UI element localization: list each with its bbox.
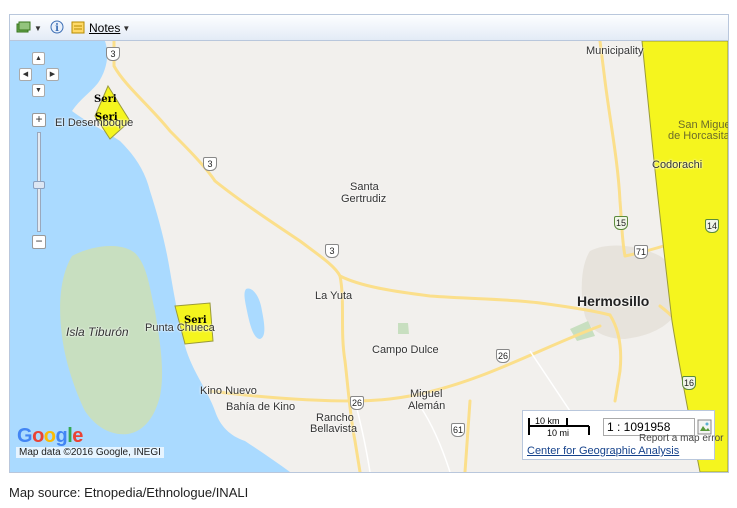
highway-shield: 15 bbox=[614, 216, 628, 230]
highway-shield: 3 bbox=[325, 244, 339, 258]
scale-km-label: 10 km bbox=[535, 416, 560, 426]
highway-shield: 14 bbox=[705, 219, 719, 233]
map-canvas[interactable]: El Desemboque Santa Gertrudiz La Yuta Is… bbox=[10, 41, 728, 472]
label-municipality: Municipality bbox=[586, 45, 644, 57]
label-de-horcasitas: de Horcasitas bbox=[668, 130, 728, 142]
label-bahia-de-kino: Bahía de Kino bbox=[226, 401, 296, 413]
zoom-slider-thumb[interactable] bbox=[33, 181, 45, 189]
map-toolbar: ▼ i Notes ▼ bbox=[10, 15, 728, 41]
highway-shield: 16 bbox=[682, 376, 696, 390]
label-isla-tiburon: Isla Tiburón bbox=[66, 325, 129, 339]
layers-button[interactable]: ▼ bbox=[16, 19, 42, 37]
label-kino-nuevo: Kino Nuevo bbox=[200, 385, 257, 397]
map-attribution: Map data ©2016 Google, INEGI bbox=[16, 447, 164, 458]
notes-menu-button[interactable]: Notes ▼ bbox=[71, 19, 130, 37]
map-widget: ▼ i Notes ▼ El Desemboque Santa Gertrudi… bbox=[9, 14, 729, 473]
map-basemap bbox=[10, 41, 728, 472]
label-gertrudiz: Gertrudiz bbox=[341, 193, 387, 205]
highway-shield: 71 bbox=[634, 245, 648, 259]
zoom-in-button[interactable]: + bbox=[32, 113, 46, 127]
info-button[interactable]: i bbox=[50, 19, 64, 37]
pan-right-button[interactable]: ▶ bbox=[46, 68, 59, 81]
svg-text:i: i bbox=[55, 23, 59, 34]
notes-icon bbox=[71, 20, 85, 37]
zoom-out-button[interactable]: − bbox=[32, 235, 46, 249]
layers-icon bbox=[16, 21, 32, 36]
notes-label: Notes bbox=[89, 21, 121, 35]
highway-shield: 26 bbox=[350, 396, 364, 410]
pan-left-button[interactable]: ◀ bbox=[19, 68, 32, 81]
info-icon: i bbox=[50, 20, 64, 37]
label-miguel: Miguel bbox=[410, 388, 443, 400]
pan-down-button[interactable]: ▼ bbox=[32, 84, 45, 97]
highway-shield: 26 bbox=[496, 349, 510, 363]
highway-shield: 61 bbox=[451, 423, 465, 437]
map-source-caption: Map source: Etnopedia/Ethnologue/INALI bbox=[9, 485, 249, 500]
pan-up-button[interactable]: ▲ bbox=[32, 52, 45, 65]
seri-label[interactable]: Seri bbox=[184, 315, 207, 326]
seri-label[interactable]: Seri bbox=[95, 112, 118, 123]
label-codorachi: Codorachi bbox=[652, 159, 703, 171]
label-aleman: Alemán bbox=[408, 400, 446, 412]
label-campo-dulce: Campo Dulce bbox=[372, 344, 439, 356]
label-bellavista: Bellavista bbox=[310, 423, 358, 435]
report-map-error-link[interactable]: Report a map error bbox=[639, 433, 723, 444]
seri-label[interactable]: Seri bbox=[94, 94, 117, 105]
center-for-geographic-analysis-link[interactable]: Center for Geographic Analysis bbox=[527, 445, 679, 457]
label-la-yuta: La Yuta bbox=[315, 290, 353, 302]
label-santa: Santa bbox=[350, 181, 379, 193]
highway-shield: 3 bbox=[106, 47, 120, 61]
google-logo: Google bbox=[17, 425, 83, 447]
label-hermosillo: Hermosillo bbox=[577, 293, 650, 309]
scale-mi-label: 10 mi bbox=[547, 428, 570, 438]
highway-shield: 3 bbox=[203, 157, 217, 171]
